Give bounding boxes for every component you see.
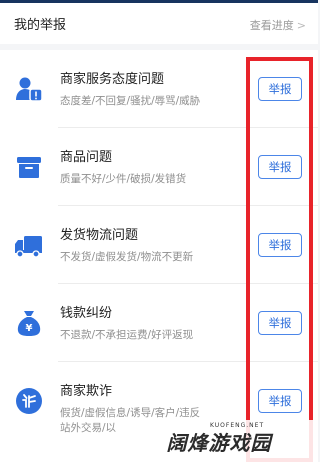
svg-text:¥: ¥ [26, 323, 33, 334]
item-title: 商品问题 [60, 150, 113, 165]
report-page: 我的举报 查看进度> 商家服务态度问题 态度差/不回复/骚扰/辱骂/威胁 举报 [0, 0, 318, 462]
report-button[interactable]: 举报 [258, 155, 302, 179]
report-button[interactable]: 举报 [258, 389, 302, 413]
report-button[interactable]: 举报 [258, 77, 302, 101]
user-alert-icon [16, 77, 43, 102]
item-description-continued: 站外交易/以 [60, 422, 117, 434]
report-button[interactable]: 举报 [258, 233, 302, 257]
item-title: 钱款纠纷 [60, 306, 113, 321]
item-description: 不退款/不承担运费/好评返现 [60, 329, 194, 341]
item-title: 发货物流问题 [60, 228, 139, 243]
list-item[interactable]: 发货物流问题 不发货/虚假发货/物流不更新 举报 [0, 206, 318, 284]
box-icon [17, 157, 41, 178]
page-title: 我的举报 [14, 18, 67, 33]
money-bag-icon: ¥ [17, 311, 41, 336]
item-title: 商家欺诈 [60, 384, 113, 399]
view-progress-link[interactable]: 查看进度 > [250, 17, 306, 33]
chevron-right-icon: > [296, 19, 306, 32]
report-button[interactable]: 举报 [258, 311, 302, 335]
report-category-list: 商家服务态度问题 态度差/不回复/骚扰/辱骂/威胁 举报 商品问题 质量不好/少… [0, 50, 318, 462]
item-description: 假货/虚假信息/诱导/客户/违反 [60, 407, 201, 419]
item-description: 质量不好/少件/破损/发错货 [60, 173, 187, 185]
watermark-sub: KUOFENG.NET [210, 422, 265, 429]
item-title: 商家服务态度问题 [60, 72, 165, 87]
fraud-icon [16, 388, 42, 414]
item-description: 态度差/不回复/骚扰/辱骂/威胁 [60, 95, 201, 107]
list-item[interactable]: 商家服务态度问题 态度差/不回复/骚扰/辱骂/威胁 举报 [0, 50, 318, 128]
list-item[interactable]: 商品问题 质量不好/少件/破损/发错货 举报 [0, 128, 318, 206]
header: 我的举报 查看进度 > [0, 3, 318, 44]
view-progress-label: 查看进度 [249, 19, 294, 32]
item-description: 不发货/虚假发货/物流不更新 [60, 251, 194, 263]
truck-icon [15, 236, 42, 258]
list-item[interactable]: ¥ 钱款纠纷 不退款/不承担运费/好评返现 举报 [0, 284, 318, 362]
